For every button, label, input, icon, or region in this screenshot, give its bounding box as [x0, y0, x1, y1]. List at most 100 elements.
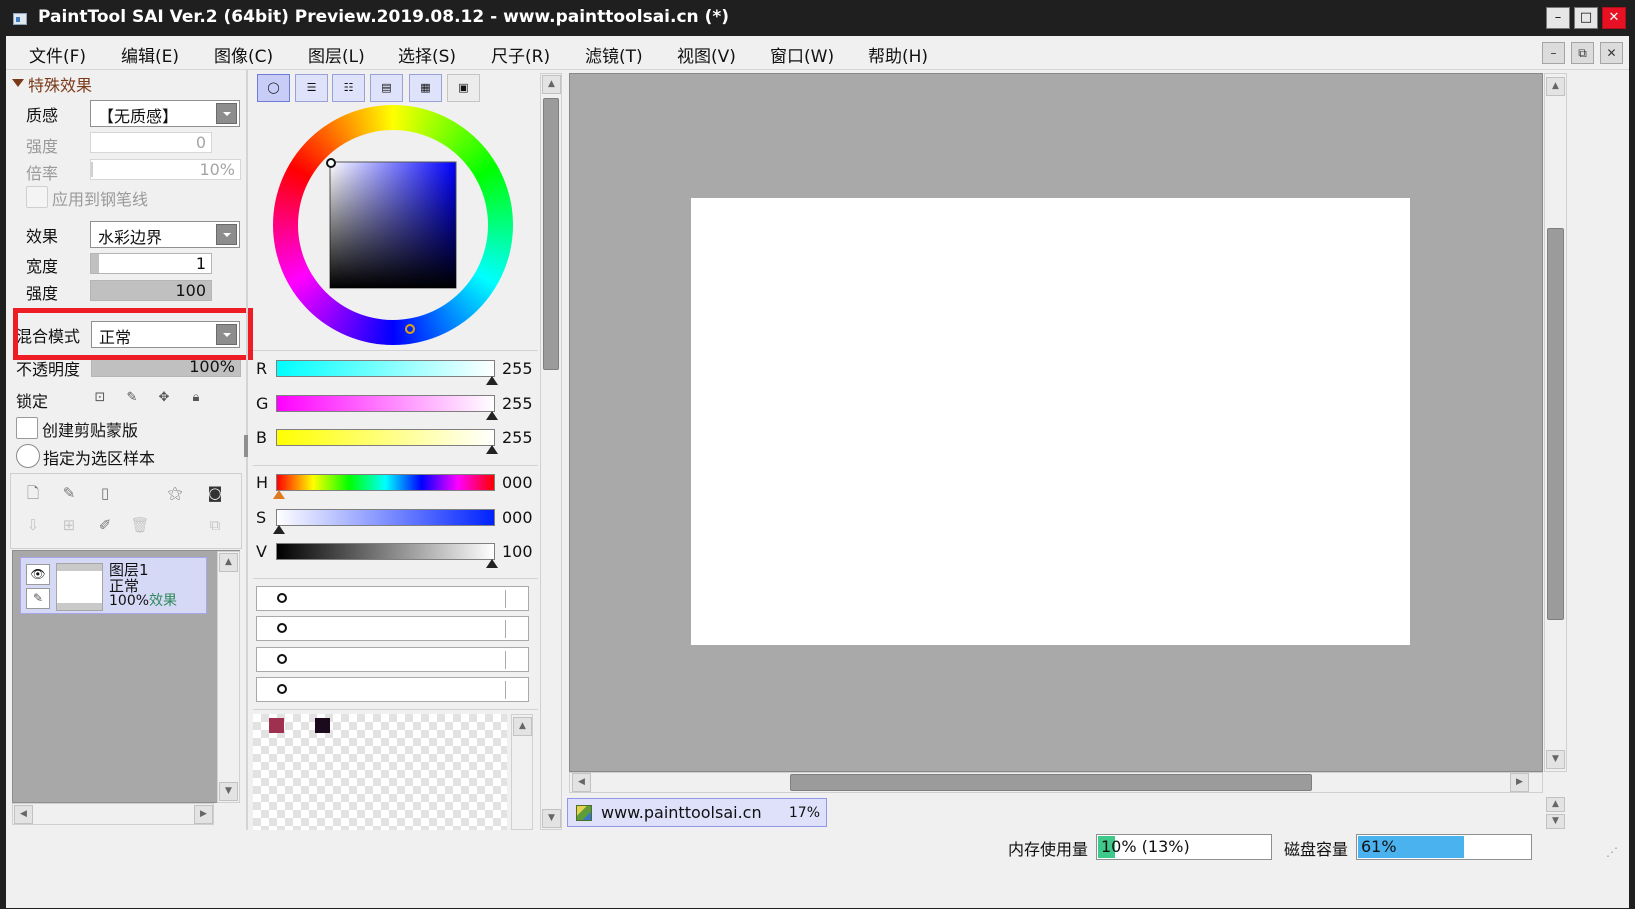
h-marker-icon[interactable] — [273, 490, 285, 499]
scroll-up-icon[interactable]: ▲ — [513, 717, 532, 736]
swatch-1[interactable] — [269, 718, 284, 733]
g-marker-icon[interactable] — [486, 411, 498, 420]
chevron-down-icon[interactable] — [216, 103, 237, 124]
menu-ruler[interactable]: 尺子(R) — [491, 42, 550, 67]
layer-mask-icon[interactable]: ◙ — [202, 481, 228, 507]
menu-filter[interactable]: 滤镜(T) — [585, 42, 643, 67]
tab-scroll-up-icon[interactable]: ▲ — [1546, 797, 1565, 812]
clear-layer-icon[interactable]: ✐ — [92, 513, 118, 539]
scroll-thumb[interactable] — [790, 774, 1312, 791]
rgb-slider-tab-icon[interactable]: ☰ — [295, 74, 328, 102]
canvas-viewport[interactable] — [569, 73, 1543, 772]
mdi-minimize-button[interactable]: – — [1542, 42, 1565, 64]
lock-all-icon[interactable]: 🔒︎ — [183, 386, 209, 410]
scroll-left-icon[interactable]: ◀ — [572, 773, 591, 792]
lock-paint-icon[interactable]: ✎ — [119, 386, 145, 410]
scroll-left-icon[interactable]: ◀ — [14, 805, 33, 824]
menu-image[interactable]: 图像(C) — [214, 42, 273, 67]
mixer-slider-4[interactable] — [256, 677, 529, 702]
swatch-tab-icon[interactable]: ▦ — [409, 74, 442, 102]
layer-item[interactable]: 👁︎ ✎ 图层1 正常 100% 效果 — [20, 557, 207, 614]
resize-grip-icon[interactable]: ⋰ — [1606, 845, 1618, 859]
merge-down-icon[interactable]: ⊞ — [56, 513, 82, 539]
apply-brush-checkbox[interactable] — [26, 186, 48, 208]
mixer-slider-3[interactable] — [256, 647, 529, 672]
selection-sample-radio[interactable] — [16, 444, 40, 468]
delete-layer-icon[interactable]: 🗑︎ — [127, 513, 153, 539]
mixer-slider-1[interactable] — [256, 586, 529, 611]
b-slider[interactable] — [276, 429, 495, 446]
mdi-close-button[interactable]: ✕ — [1600, 42, 1623, 64]
menu-select[interactable]: 选择(S) — [398, 42, 456, 67]
r-slider[interactable] — [276, 360, 495, 377]
v-marker-icon[interactable] — [486, 559, 498, 568]
canvas-vscrollbar[interactable]: ▲ ▼ — [1544, 73, 1567, 772]
g-slider[interactable] — [276, 395, 495, 412]
transfer-down-icon[interactable]: ⇩ — [20, 513, 46, 539]
scale-slider[interactable]: 10% — [90, 159, 241, 180]
mixer-slider-2[interactable] — [256, 616, 529, 641]
strength-slider[interactable]: 0 — [90, 132, 212, 153]
b-marker-icon[interactable] — [486, 445, 498, 454]
swatch-grid[interactable] — [253, 714, 507, 830]
effects-section-title[interactable]: 特殊效果 — [28, 72, 92, 96]
scroll-down-icon[interactable]: ▼ — [542, 809, 561, 828]
menu-view[interactable]: 视图(V) — [677, 42, 736, 67]
layer-list-hscrollbar[interactable]: ◀ ▶ — [12, 803, 214, 825]
h-slider[interactable] — [276, 474, 495, 491]
scroll-right-icon[interactable]: ▶ — [1510, 773, 1529, 792]
new-layer-icon[interactable]: 🗋 — [20, 481, 46, 507]
canvas-paper[interactable] — [691, 198, 1410, 645]
layer-list-vscrollbar[interactable]: ▲ ▼ — [217, 551, 240, 803]
scroll-thumb[interactable] — [543, 98, 559, 370]
s-slider[interactable] — [276, 509, 495, 526]
canvas-hscrollbar[interactable]: ◀ ▶ — [569, 772, 1543, 793]
apply-mask-icon[interactable]: ⧉ — [202, 513, 228, 539]
new-linework-layer-icon[interactable]: ✎ — [56, 481, 82, 507]
menu-file[interactable]: 文件(F) — [29, 42, 86, 67]
r-marker-icon[interactable] — [486, 376, 498, 385]
width-slider[interactable]: 1 — [90, 253, 212, 274]
swatch-vscrollbar[interactable]: ▲ — [511, 714, 533, 830]
swatch-2[interactable] — [315, 718, 330, 733]
collapse-arrow-icon[interactable] — [12, 79, 24, 87]
v-slider[interactable] — [276, 543, 495, 560]
chevron-down-icon[interactable] — [216, 224, 237, 245]
scratchpad-tab-icon[interactable]: ▣ — [447, 74, 480, 102]
effect-dropdown[interactable]: 水彩边界 — [90, 221, 240, 248]
scroll-up-icon[interactable]: ▲ — [219, 553, 238, 572]
lock-transparency-icon[interactable]: ⊡ — [87, 386, 113, 410]
menu-window[interactable]: 窗口(W) — [770, 42, 834, 67]
sv-picker-icon[interactable] — [326, 158, 336, 168]
maximize-button[interactable]: □ — [1574, 7, 1598, 29]
scroll-up-icon[interactable]: ▲ — [1546, 77, 1565, 96]
menu-edit[interactable]: 编辑(E) — [121, 42, 179, 67]
scroll-up-icon[interactable]: ▲ — [542, 75, 561, 94]
layer-effect-icon[interactable]: ⚝ — [162, 481, 188, 507]
minimize-button[interactable]: – — [1546, 7, 1570, 29]
close-button[interactable]: ✕ — [1602, 7, 1626, 29]
mdi-restore-button[interactable]: ⧉ — [1571, 42, 1594, 64]
edit-pen-icon[interactable]: ✎ — [26, 588, 50, 609]
new-folder-icon[interactable]: ▯ — [92, 481, 118, 507]
color-panel-vscrollbar[interactable]: ▲ ▼ — [540, 73, 562, 830]
s-marker-icon[interactable] — [273, 525, 285, 534]
document-tab[interactable]: www.painttoolsai.cn 17% — [567, 798, 827, 827]
scroll-down-icon[interactable]: ▼ — [1546, 750, 1565, 769]
texture-dropdown[interactable]: 【无质感】 — [90, 100, 240, 127]
clipping-mask-checkbox[interactable] — [16, 417, 38, 439]
splitter-handle[interactable] — [244, 435, 248, 457]
menu-help[interactable]: 帮助(H) — [868, 42, 928, 67]
scroll-right-icon[interactable]: ▶ — [194, 805, 213, 824]
color-wheel[interactable] — [273, 105, 513, 345]
hsv-slider-tab-icon[interactable]: ☷ — [332, 74, 365, 102]
scroll-thumb[interactable] — [1547, 228, 1564, 620]
scroll-down-icon[interactable]: ▼ — [219, 782, 238, 801]
visibility-eye-icon[interactable]: 👁︎ — [26, 564, 50, 585]
intensity-slider[interactable]: 100 — [90, 280, 212, 301]
color-wheel-tab-icon[interactable]: ◯ — [257, 74, 290, 102]
menu-layer[interactable]: 图层(L) — [308, 42, 365, 67]
lock-move-icon[interactable]: ✥ — [151, 386, 177, 410]
tab-scroll-down-icon[interactable]: ▼ — [1546, 814, 1565, 829]
mixer-tab-icon[interactable]: ▤ — [370, 74, 403, 102]
